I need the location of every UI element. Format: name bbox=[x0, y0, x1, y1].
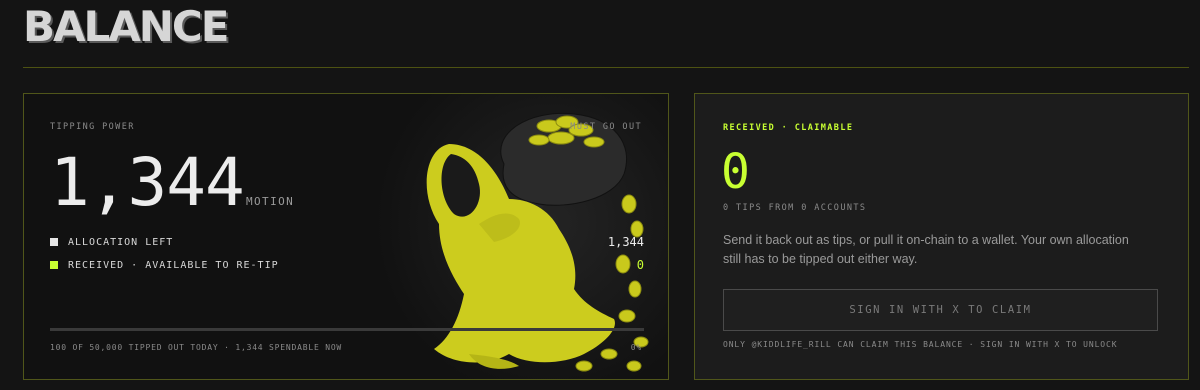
sign-in-claim-button[interactable]: SIGN IN WITH X TO CLAIM bbox=[723, 289, 1158, 331]
allocation-left-row: ALLOCATION LEFT 1,344 bbox=[50, 234, 644, 250]
claimable-card: RECEIVED · CLAIMABLE 0 0 TIPS FROM 0 ACC… bbox=[694, 93, 1189, 380]
claim-restriction-note: ONLY @KIDDLIFE_RILL CAN CLAIM THIS BALAN… bbox=[723, 340, 1118, 349]
must-go-out-label: MUST GO OUT bbox=[570, 122, 642, 132]
page-title: BALANCE bbox=[23, 2, 229, 51]
tipped-out-percent: 0% bbox=[630, 343, 642, 352]
header-divider bbox=[23, 67, 1189, 68]
tipping-power-label: TIPPING POWER bbox=[50, 122, 135, 132]
received-retip-value: 0 bbox=[636, 258, 644, 272]
claimable-description: Send it back out as tips, or pull it on-… bbox=[723, 233, 1129, 266]
allocation-left-value: 1,344 bbox=[607, 235, 644, 249]
tipping-power-card: TIPPING POWER MUST GO OUT 1,344 MOTION A… bbox=[23, 93, 669, 380]
claimable-label: RECEIVED · CLAIMABLE bbox=[723, 123, 854, 133]
tipping-power-amount: 1,344 bbox=[50, 144, 245, 221]
claimable-amount: 0 bbox=[721, 144, 750, 200]
allocation-left-swatch bbox=[50, 238, 58, 246]
allocation-left-label: ALLOCATION LEFT bbox=[68, 236, 174, 248]
received-retip-label: RECEIVED · AVAILABLE TO RE-TIP bbox=[68, 259, 279, 271]
received-retip-row: RECEIVED · AVAILABLE TO RE-TIP 0 bbox=[50, 257, 644, 273]
tipped-out-summary: 100 OF 50,000 TIPPED OUT TODAY · 1,344 S… bbox=[50, 343, 343, 352]
tipped-out-progress-bar bbox=[50, 328, 644, 331]
claimable-tips-count: 0 TIPS FROM 0 ACCOUNTS bbox=[723, 203, 867, 213]
received-retip-swatch bbox=[50, 261, 58, 269]
tipping-power-unit: MOTION bbox=[246, 195, 295, 208]
